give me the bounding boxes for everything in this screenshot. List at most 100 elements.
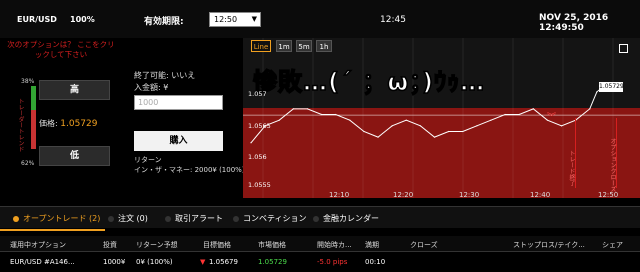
tab-open-trades[interactable]: オープントレード (2) [13, 213, 100, 224]
asset-symbol[interactable]: EUR/USD [17, 15, 57, 24]
payout-percent: 100% [70, 15, 95, 24]
col-expected-return: リターン予想 [136, 241, 178, 249]
price-point [476, 125, 478, 127]
table-row[interactable]: EUR/USD #A146... 1000¥ 0¥ (100%) ▼ 1.056… [0, 256, 640, 272]
option-close-label: オプションクローズ [609, 138, 616, 192]
bottom-tabs: オープントレード (2) 注文 (0) 取引アラート コンベティション 金融カレ… [0, 206, 640, 231]
y-tick-10555: 1.0555 [248, 181, 271, 189]
price-point [278, 119, 280, 121]
tab-trade-alerts[interactable]: 取引アラート [165, 213, 223, 224]
active-tab-indicator [0, 229, 105, 231]
x-tick-1250: 12:50 [598, 191, 619, 199]
price-point [589, 108, 591, 110]
cell-expected-return: 0¥ (100%) [136, 258, 173, 266]
trade-end-label: トレード終了 [568, 150, 575, 186]
table-header: 運用中オプション 投資 リターン予想 目標価格 市場価格 開始時カ... 満期 … [0, 236, 640, 252]
x-tick-1230: 12:30 [459, 191, 480, 199]
price-point [532, 108, 534, 110]
price-point [419, 125, 421, 127]
y-tick-1056: 1.056 [248, 153, 267, 161]
col-market-price: 市場価格 [258, 241, 286, 249]
price-point [405, 119, 407, 121]
tab-economic-calendar[interactable]: 金融カレンダー [313, 213, 379, 224]
date-time: NOV 25, 2016 12:49:50 [539, 13, 609, 33]
dot-icon [108, 215, 114, 222]
y-tick-1057: 1.057 [248, 90, 267, 98]
price-point [250, 142, 252, 144]
col-expiry: 満期 [365, 241, 379, 249]
return-label: リターン [134, 156, 162, 164]
chevron-down-icon: ▼ [251, 15, 257, 23]
trader-trend-label: トレーダートレンド [17, 98, 24, 152]
expiry-select[interactable]: 12:50 ▼ [209, 12, 261, 27]
next-option-notice[interactable]: 次のオプションは？ ここをクリックして下さい [6, 40, 116, 60]
cell-market-price: 1.05729 [258, 258, 287, 266]
price-point [363, 130, 365, 133]
timeframe-1m-button[interactable]: 1m [276, 40, 292, 52]
col-close: クローズ [410, 241, 438, 249]
current-time: 12:45 [380, 15, 406, 25]
y-tick-10565: 1.0565 [248, 122, 271, 130]
price-point [292, 108, 294, 110]
price-point [306, 108, 309, 110]
col-share: シェア [602, 241, 623, 249]
dot-icon [233, 215, 239, 222]
dot-icon [13, 215, 19, 222]
price-label: 価格: [39, 119, 58, 128]
price-point [504, 113, 506, 116]
price-point [391, 125, 393, 127]
col-target-price: 目標価格 [203, 241, 231, 249]
price-point [518, 113, 520, 116]
timeframe-1h-button[interactable]: 1h [316, 40, 332, 52]
timeframe-5m-button[interactable]: 5m [296, 40, 312, 52]
amount-input[interactable]: 1000 [134, 95, 223, 110]
trend-percent-up: 38% [21, 78, 35, 85]
cell-investment: 1000¥ [103, 258, 126, 266]
current-price-tag: 1.05729 [599, 82, 624, 92]
down-arrow-icon: ︾ [547, 113, 557, 123]
tab-competition[interactable]: コンベティション [233, 213, 307, 224]
price-display: 価格: 1.05729 [39, 118, 97, 129]
cell-target-price: 1.05679 [209, 258, 238, 266]
timeframe-line-button[interactable]: Line [251, 40, 271, 52]
price-point [335, 113, 337, 116]
overlay-caption: 惨敗…(´ ；ω；)ｳｩ… [252, 67, 486, 97]
dot-icon [165, 215, 171, 222]
down-triangle-icon: ▼ [200, 258, 206, 266]
return-value: イン・ザ・マネー: 2000¥ (100%) [134, 166, 245, 174]
top-bar: EUR/USD 100% 有効期限: 12:50 ▼ 12:45 NOV 25,… [0, 0, 640, 38]
early-close-status: 終了可能: いいえ [134, 71, 196, 80]
price-point [377, 136, 379, 138]
price-point [448, 130, 450, 133]
x-tick-1240: 12:40 [530, 191, 551, 199]
cell-option: EUR/USD #A146... [10, 258, 75, 266]
price-point [490, 119, 492, 121]
price-point [320, 113, 323, 116]
trend-percent-down: 62% [21, 160, 35, 167]
trend-down-bar [31, 110, 36, 149]
price-point [433, 136, 436, 138]
trader-trend-meter [31, 86, 36, 149]
expiry-value: 12:50 [214, 15, 238, 24]
trend-up-bar [31, 86, 36, 110]
tab-orders[interactable]: 注文 (0) [108, 213, 148, 224]
x-tick-1210: 12:10 [329, 191, 350, 199]
low-button[interactable]: 低 [39, 146, 110, 166]
col-active-option: 運用中オプション [10, 241, 66, 249]
col-investment: 投資 [103, 241, 117, 249]
price-point [596, 91, 598, 93]
cell-start-pips: -5.0 pips [317, 258, 348, 266]
price-point [349, 119, 351, 121]
high-button[interactable]: 高 [39, 80, 110, 100]
col-stop-loss: ストップロス/テイク... [513, 241, 585, 249]
price-point [560, 125, 563, 127]
amount-label: 入金額: ¥ [134, 83, 169, 92]
buy-button[interactable]: 購入 [134, 131, 223, 151]
cell-expiry: 00:10 [365, 258, 386, 266]
col-start-time: 開始時カ... [317, 241, 352, 249]
expand-icon[interactable] [619, 44, 628, 53]
price-value: 1.05729 [60, 119, 98, 129]
expiry-label: 有効期限: [144, 17, 184, 27]
dot-icon [313, 215, 319, 222]
price-point [462, 130, 464, 133]
